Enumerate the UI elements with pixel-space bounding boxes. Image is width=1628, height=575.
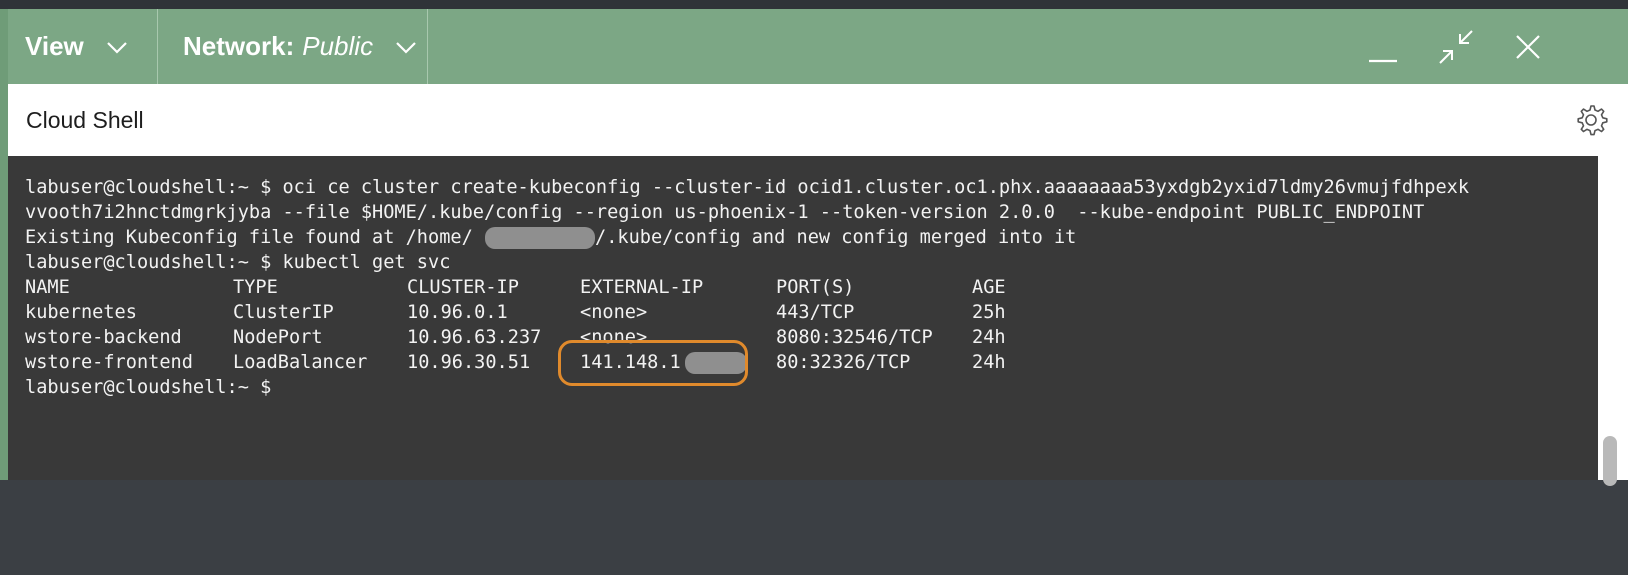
terminal-text: Existing Kubeconfig file found at /home/: [25, 227, 473, 248]
toolbar: View Network: Public: [8, 9, 1628, 84]
table-cell: <none>: [580, 302, 648, 323]
view-menu-button[interactable]: View: [25, 9, 128, 84]
chevron-down-icon: [395, 31, 417, 62]
terminal-line: Existing Kubeconfig file found at /home/…: [25, 225, 1525, 250]
close-icon[interactable]: [1508, 27, 1548, 67]
chevron-down-icon: [106, 31, 128, 62]
table-cell: 24h: [972, 352, 1006, 373]
toolbar-divider: [427, 9, 428, 84]
column-header: AGE: [972, 277, 1006, 298]
table-cell: 24h: [972, 327, 1006, 348]
column-header: NAME: [25, 277, 70, 298]
table-cell: 10.96.0.1: [407, 302, 508, 323]
terminal-text: /.kube/config and new config merged into…: [595, 227, 1077, 248]
column-header: CLUSTER-IP: [407, 277, 519, 298]
gear-icon[interactable]: [1574, 103, 1608, 137]
page-title: Cloud Shell: [26, 107, 144, 133]
table-cell: 80:32326/TCP: [776, 352, 911, 373]
redacted-text: [485, 227, 595, 249]
cloud-shell-header: Cloud Shell: [8, 84, 1628, 156]
column-header: EXTERNAL-IP: [580, 277, 704, 298]
external-ip-highlight: [558, 340, 748, 386]
column-header: PORT(S): [776, 277, 855, 298]
toolbar-divider: [157, 9, 158, 84]
scrollbar-thumb[interactable]: [1603, 436, 1617, 486]
cloud-shell-window: View Network: Public Cloud Shell labuser…: [8, 9, 1628, 486]
table-cell: wstore-frontend: [25, 352, 193, 373]
restore-icon[interactable]: [1436, 27, 1476, 67]
terminal-scrollbar[interactable]: [1598, 156, 1628, 486]
terminal-line: labuser@cloudshell:~ $ oci ce cluster cr…: [25, 177, 1470, 198]
terminal-line: labuser@cloudshell:~ $ kubectl get svc: [25, 252, 451, 273]
terminal-prompt-line: labuser@cloudshell:~ $: [25, 377, 272, 398]
network-label: Network:: [183, 31, 295, 61]
table-cell: ClusterIP: [233, 302, 334, 323]
window-left-edge: [0, 9, 8, 480]
table-cell: 25h: [972, 302, 1006, 323]
terminal-line: vvooth7i2hnctdmgrkjyba --file $HOME/.kub…: [25, 202, 1425, 223]
table-cell: NodePort: [233, 327, 323, 348]
network-menu-button[interactable]: Network: Public: [183, 9, 417, 84]
network-value: Public: [302, 31, 374, 61]
desktop-top-strip: [0, 0, 1628, 9]
table-cell: LoadBalancer: [233, 352, 368, 373]
table-row: kubernetes ClusterIP 10.96.0.1 <none> 44…: [25, 300, 1225, 325]
table-cell: 10.96.63.237: [407, 327, 542, 348]
table-cell: 10.96.30.51: [407, 352, 531, 373]
column-header: TYPE: [233, 277, 278, 298]
table-header-row: NAME TYPE CLUSTER-IP EXTERNAL-IP PORT(S)…: [25, 275, 1225, 300]
table-cell: 443/TCP: [776, 302, 855, 323]
table-cell: kubernetes: [25, 302, 137, 323]
terminal-output[interactable]: labuser@cloudshell:~ $ oci ce cluster cr…: [8, 156, 1598, 480]
view-label: View: [25, 31, 84, 61]
table-cell: wstore-backend: [25, 327, 182, 348]
minimize-icon[interactable]: [1363, 27, 1403, 67]
table-cell: 8080:32546/TCP: [776, 327, 933, 348]
